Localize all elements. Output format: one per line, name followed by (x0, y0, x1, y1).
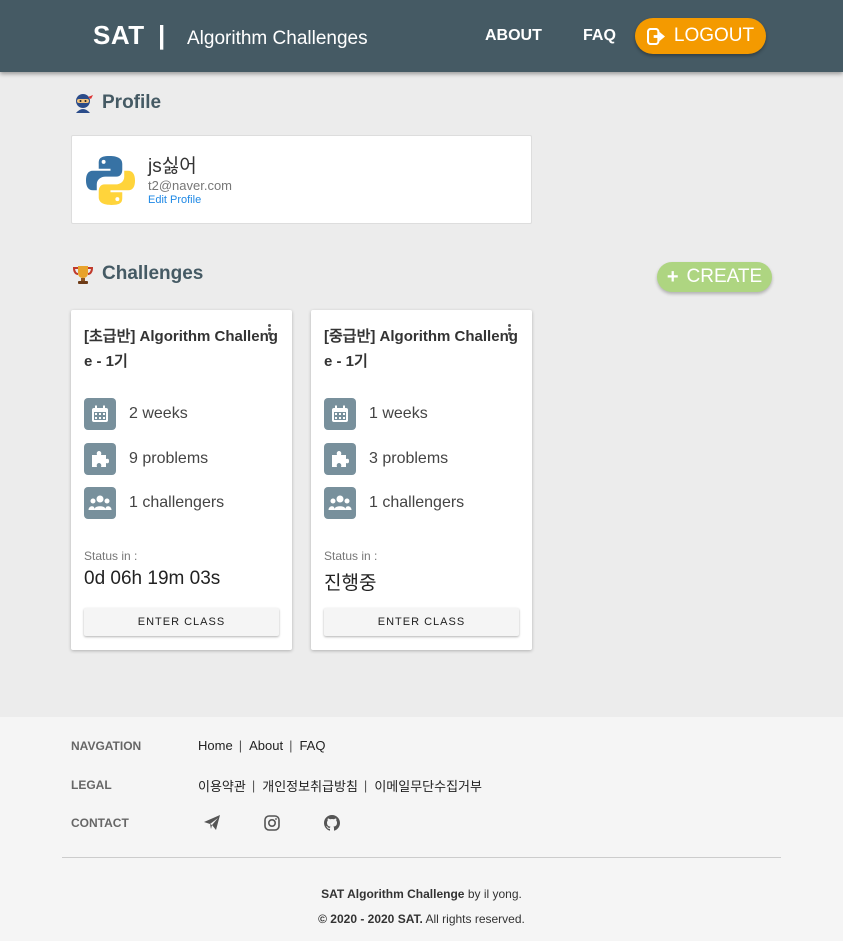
footer-terms-link[interactable]: 이용약관 (198, 776, 246, 795)
plus-icon: + (666, 265, 679, 288)
footer-legal-label: LEGAL (71, 778, 112, 792)
status-label: Status in : (324, 549, 378, 563)
profile-heading: Profile (72, 92, 161, 114)
footer-no-email-collection-link[interactable]: 이메일무단수집거부 (374, 776, 482, 795)
sign-out-icon (646, 27, 665, 45)
footer-divider (62, 857, 781, 858)
credit-project-name: SAT Algorithm Challenge (321, 887, 465, 901)
paper-plane-icon[interactable] (203, 814, 221, 832)
enter-class-button[interactable]: ENTER CLASS (324, 608, 519, 636)
status-value: 진행중 (324, 573, 377, 594)
challenge-card: [초급반] Algorithm Challenge - 1기 2 weeks 9… (71, 310, 292, 650)
link-separator: | (238, 738, 243, 753)
duration-text: 1 weeks (369, 405, 428, 422)
profile-email: t2@naver.com (148, 178, 233, 193)
footer-privacy-link[interactable]: 개인정보취급방침 (262, 776, 358, 795)
copyright-years: © 2020 - 2020 SAT. (318, 912, 423, 926)
brand-logo[interactable]: SAT (93, 20, 145, 51)
footer-navigation-label: NAVGATION (71, 739, 142, 753)
duration-stat: 1 weeks (324, 398, 428, 430)
footer-about-link[interactable]: About (249, 738, 283, 753)
github-icon[interactable] (323, 814, 341, 832)
users-icon (324, 487, 356, 519)
link-separator: | (289, 738, 293, 753)
challengers-text: 1 challengers (369, 494, 465, 511)
footer-faq-link[interactable]: FAQ (299, 738, 325, 753)
more-options-icon[interactable] (508, 324, 512, 336)
challenge-title: [중급반] Algorithm Challenge - 1기 (324, 328, 518, 370)
status-label: Status in : (84, 549, 138, 563)
problems-text: 3 problems (369, 450, 449, 467)
footer-credit: SAT Algorithm Challenge by il yong. (0, 887, 843, 901)
calendar-icon (84, 398, 116, 430)
link-separator: | (363, 778, 368, 793)
calendar-icon (324, 398, 356, 430)
create-label: CREATE (686, 266, 763, 287)
trophy-icon (72, 266, 94, 284)
top-navbar: SAT | Algorithm Challenges ABOUT FAQ LOG… (0, 0, 843, 72)
footer-copyright: © 2020 - 2020 SAT. All rights reserved. (0, 912, 843, 926)
challengers-stat: 1 challengers (324, 487, 464, 519)
nav-faq-link[interactable]: FAQ (583, 27, 616, 45)
instagram-icon[interactable] (263, 814, 281, 832)
copyright-rights: All rights reserved. (422, 912, 525, 926)
nav-about-link[interactable]: ABOUT (485, 27, 542, 45)
footer-navigation-links: Home | About | FAQ (198, 738, 325, 753)
logout-button[interactable]: LOGOUT (635, 18, 766, 54)
link-separator: | (251, 778, 256, 793)
edit-profile-link[interactable]: Edit Profile (148, 194, 201, 206)
challengers-text: 1 challengers (129, 494, 225, 511)
footer-contact-label: CONTACT (71, 816, 129, 830)
problems-stat: 3 problems (324, 443, 448, 475)
python-logo-avatar (85, 155, 136, 206)
problems-stat: 9 problems (84, 443, 208, 475)
logout-label: LOGOUT (673, 25, 755, 46)
brand-separator: | (158, 20, 166, 50)
problems-text: 9 problems (129, 450, 209, 467)
challenge-card: [중급반] Algorithm Challenge - 1기 1 weeks 3… (311, 310, 532, 650)
footer-home-link[interactable]: Home (198, 738, 233, 753)
challenges-heading: Challenges (72, 263, 203, 285)
credit-author: by il yong. (464, 887, 522, 901)
ninja-icon (76, 94, 93, 113)
more-options-icon[interactable] (268, 324, 272, 336)
challengers-stat: 1 challengers (84, 487, 224, 519)
status-countdown: 0d 06h 19m 03s (84, 568, 221, 589)
puzzle-icon (324, 443, 356, 475)
duration-stat: 2 weeks (84, 398, 188, 430)
brand-subtitle: Algorithm Challenges (187, 28, 368, 49)
profile-name: js싫어 (148, 156, 197, 177)
users-icon (84, 487, 116, 519)
challenge-title: [초급반] Algorithm Challenge - 1기 (84, 328, 278, 370)
challenges-heading-text: Challenges (102, 263, 204, 284)
footer-legal-links: 이용약관 | 개인정보취급방침 | 이메일무단수집거부 (198, 776, 482, 795)
duration-text: 2 weeks (129, 405, 188, 422)
create-challenge-button[interactable]: + CREATE (657, 262, 772, 292)
profile-card: js싫어 t2@naver.com Edit Profile (71, 135, 532, 224)
enter-class-button[interactable]: ENTER CLASS (84, 608, 279, 636)
footer: NAVGATION Home | About | FAQ LEGAL 이용약관 … (0, 717, 843, 941)
puzzle-icon (84, 443, 116, 475)
profile-heading-text: Profile (102, 92, 162, 113)
